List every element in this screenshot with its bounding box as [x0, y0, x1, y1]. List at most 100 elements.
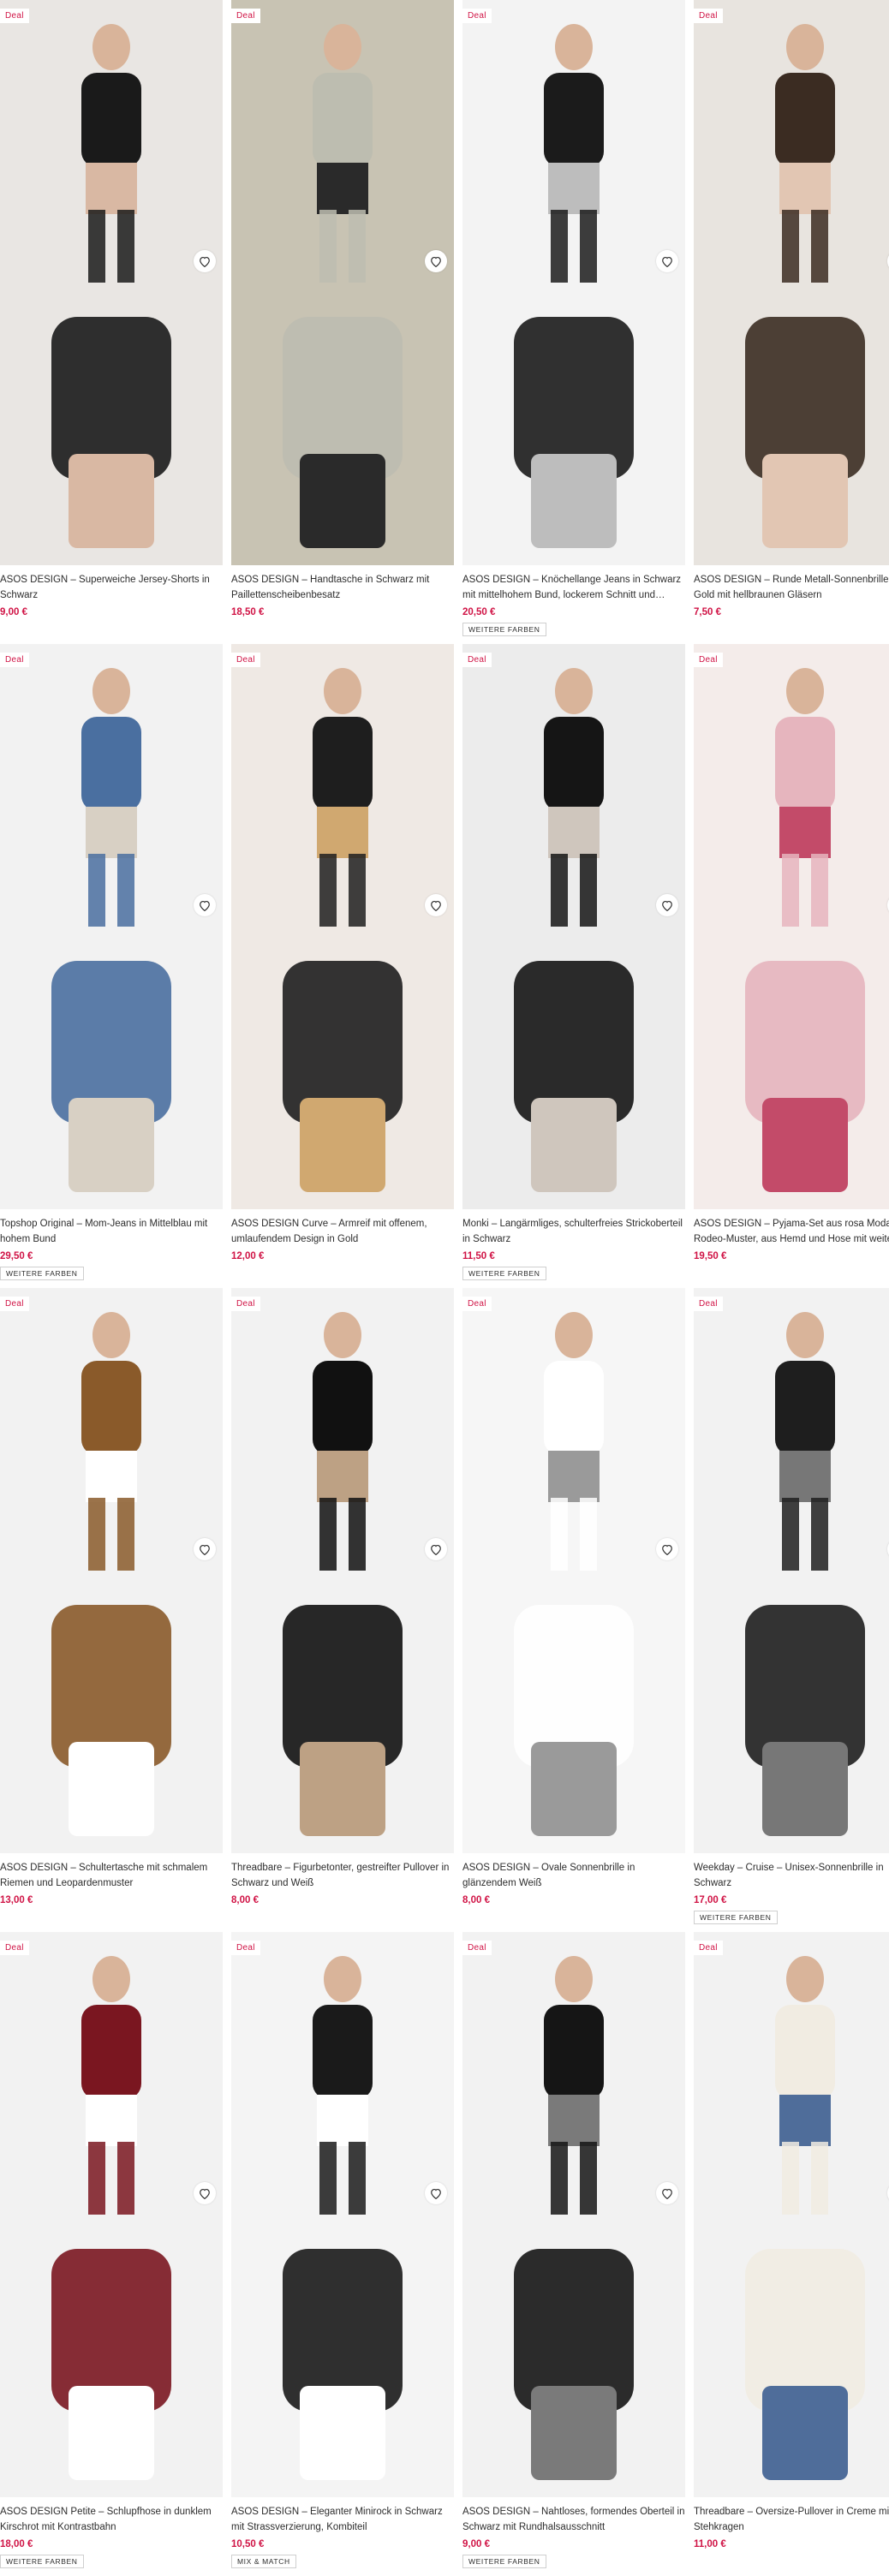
product-image-alt[interactable]	[0, 283, 223, 565]
heart-icon	[200, 256, 210, 267]
product-card[interactable]: Deal ASOS DESIGN – Schultertasche mit sc…	[0, 1288, 223, 1932]
product-image-alt[interactable]	[694, 283, 889, 565]
product-price: 19,50 €	[694, 1251, 727, 1261]
product-card[interactable]: Deal ASOS DESIGN – Eleganter Minirock in…	[231, 1932, 454, 2576]
product-image[interactable]: Deal	[231, 644, 454, 927]
product-card[interactable]: Deal ASOS DESIGN – Nahtloses, formendes …	[462, 1932, 685, 2576]
product-image-alt[interactable]	[231, 2215, 454, 2497]
product-info: ASOS DESIGN – Nahtloses, formendes Obert…	[462, 2497, 685, 2576]
product-card[interactable]: Deal ASOS DESIGN – Knöchellange Jeans in…	[462, 0, 685, 644]
product-tag[interactable]: WEITERE FARBEN	[462, 1267, 546, 1280]
save-for-later-button[interactable]	[656, 2182, 678, 2204]
product-title[interactable]: ASOS DESIGN – Superweiche Jersey-Shorts …	[0, 572, 223, 603]
product-image-alt[interactable]	[231, 927, 454, 1209]
product-image-alt[interactable]	[0, 2215, 223, 2497]
product-title[interactable]: Topshop Original – Mom-Jeans in Mittelbl…	[0, 1216, 223, 1247]
product-tag[interactable]: WEITERE FARBEN	[0, 1267, 84, 1280]
heart-icon	[662, 2188, 672, 2199]
product-image-alt[interactable]	[462, 1571, 685, 1853]
deal-badge: Deal	[462, 653, 492, 667]
save-for-later-button[interactable]	[425, 1538, 447, 1560]
product-image-alt[interactable]	[694, 2215, 889, 2497]
product-card[interactable]: Deal ASOS DESIGN – Superweiche Jersey-Sh…	[0, 0, 223, 644]
product-title[interactable]: ASOS DESIGN – Eleganter Minirock in Schw…	[231, 2504, 454, 2535]
product-title[interactable]: ASOS DESIGN – Ovale Sonnenbrille in glän…	[462, 1860, 685, 1891]
save-for-later-button[interactable]	[194, 250, 216, 272]
product-image-alt[interactable]	[694, 927, 889, 1209]
product-tag[interactable]: WEITERE FARBEN	[462, 2555, 546, 2568]
product-image[interactable]: Deal	[0, 644, 223, 927]
save-for-later-button[interactable]	[194, 2182, 216, 2204]
product-title[interactable]: ASOS DESIGN Petite – Schlupfhose in dunk…	[0, 2504, 223, 2535]
save-for-later-button[interactable]	[425, 250, 447, 272]
product-image-alt[interactable]	[694, 1571, 889, 1853]
save-for-later-button[interactable]	[656, 1538, 678, 1560]
product-image-alt[interactable]	[0, 1571, 223, 1853]
save-for-later-button[interactable]	[656, 894, 678, 916]
product-card[interactable]: Deal Topshop Original – Mom-Jeans in Mit…	[0, 644, 223, 1288]
product-image[interactable]: Deal	[694, 644, 889, 927]
product-card[interactable]: Deal ASOS DESIGN – Ovale Sonnenbrille in…	[462, 1288, 685, 1932]
product-title[interactable]: Weekday – Cruise – Unisex-Sonnenbrille i…	[694, 1860, 889, 1891]
product-card[interactable]: Deal ASOS DESIGN Curve – Armreif mit off…	[231, 644, 454, 1288]
product-image-alt[interactable]	[231, 1571, 454, 1853]
product-info: Topshop Original – Mom-Jeans in Mittelbl…	[0, 1209, 223, 1288]
heart-icon	[431, 2188, 441, 2199]
product-info: ASOS DESIGN – Handtasche in Schwarz mit …	[231, 565, 454, 644]
product-title[interactable]: ASOS DESIGN – Handtasche in Schwarz mit …	[231, 572, 454, 603]
save-for-later-button[interactable]	[194, 1538, 216, 1560]
product-price: 13,00 €	[0, 1895, 33, 1905]
product-image[interactable]: Deal	[462, 1932, 685, 2215]
deal-badge: Deal	[231, 1941, 260, 1955]
product-image[interactable]: Deal	[694, 1932, 889, 2215]
product-image[interactable]: Deal	[231, 1932, 454, 2215]
product-card[interactable]: Deal Threadbare – Oversize-Pullover in C…	[694, 1932, 889, 2576]
product-title[interactable]: ASOS DESIGN – Knöchellange Jeans in Schw…	[462, 572, 685, 603]
product-tag[interactable]: MIX & MATCH	[231, 2555, 296, 2568]
product-card[interactable]: Deal ASOS DESIGN – Pyjama-Set aus rosa M…	[694, 644, 889, 1288]
product-image[interactable]: Deal	[694, 0, 889, 283]
product-image-alt[interactable]	[231, 283, 454, 565]
product-tag[interactable]: WEITERE FARBEN	[462, 623, 546, 636]
product-card[interactable]: Deal Threadbare – Figurbetonter, gestrei…	[231, 1288, 454, 1932]
product-image[interactable]: Deal	[0, 0, 223, 283]
save-for-later-button[interactable]	[194, 894, 216, 916]
product-image[interactable]: Deal	[231, 0, 454, 283]
product-image[interactable]: Deal	[462, 644, 685, 927]
heart-icon	[662, 256, 672, 267]
product-title[interactable]: ASOS DESIGN – Schultertasche mit schmale…	[0, 1860, 223, 1891]
product-card[interactable]: Deal ASOS DESIGN Petite – Schlupfhose in…	[0, 1932, 223, 2576]
product-image-alt[interactable]	[0, 927, 223, 1209]
product-title[interactable]: Threadbare – Oversize-Pullover in Creme …	[694, 2504, 889, 2535]
product-tag[interactable]: WEITERE FARBEN	[0, 2555, 84, 2568]
product-title[interactable]: ASOS DESIGN – Runde Metall-Sonnenbrille …	[694, 572, 889, 603]
save-for-later-button[interactable]	[425, 894, 447, 916]
product-image-alt[interactable]	[462, 283, 685, 565]
product-image[interactable]: Deal	[462, 1288, 685, 1571]
deal-badge: Deal	[231, 653, 260, 667]
product-image-alt[interactable]	[462, 927, 685, 1209]
product-title[interactable]: Monki – Langärmliges, schulterfreies Str…	[462, 1216, 685, 1247]
product-title[interactable]: ASOS DESIGN Curve – Armreif mit offenem,…	[231, 1216, 454, 1247]
product-card[interactable]: Deal Monki – Langärmliges, schulterfreie…	[462, 644, 685, 1288]
product-info: Threadbare – Oversize-Pullover in Creme …	[694, 2497, 889, 2576]
product-title[interactable]: ASOS DESIGN – Nahtloses, formendes Obert…	[462, 2504, 685, 2535]
product-info: Monki – Langärmliges, schulterfreies Str…	[462, 1209, 685, 1288]
heart-icon	[662, 900, 672, 911]
save-for-later-button[interactable]	[425, 2182, 447, 2204]
product-tag[interactable]: WEITERE FARBEN	[694, 1911, 778, 1924]
product-image-alt[interactable]	[462, 2215, 685, 2497]
product-image[interactable]: Deal	[694, 1288, 889, 1571]
product-card[interactable]: Deal ASOS DESIGN – Handtasche in Schwarz…	[231, 0, 454, 644]
product-image[interactable]: Deal	[0, 1932, 223, 2215]
product-image[interactable]: Deal	[231, 1288, 454, 1571]
heart-icon	[431, 256, 441, 267]
product-image[interactable]: Deal	[0, 1288, 223, 1571]
product-card[interactable]: Deal ASOS DESIGN – Runde Metall-Sonnenbr…	[694, 0, 889, 644]
deal-badge: Deal	[694, 1297, 723, 1311]
save-for-later-button[interactable]	[656, 250, 678, 272]
product-title[interactable]: Threadbare – Figurbetonter, gestreifter …	[231, 1860, 454, 1891]
product-title[interactable]: ASOS DESIGN – Pyjama-Set aus rosa Modal …	[694, 1216, 889, 1247]
product-card[interactable]: Deal Weekday – Cruise – Unisex-Sonnenbri…	[694, 1288, 889, 1932]
product-image[interactable]: Deal	[462, 0, 685, 283]
